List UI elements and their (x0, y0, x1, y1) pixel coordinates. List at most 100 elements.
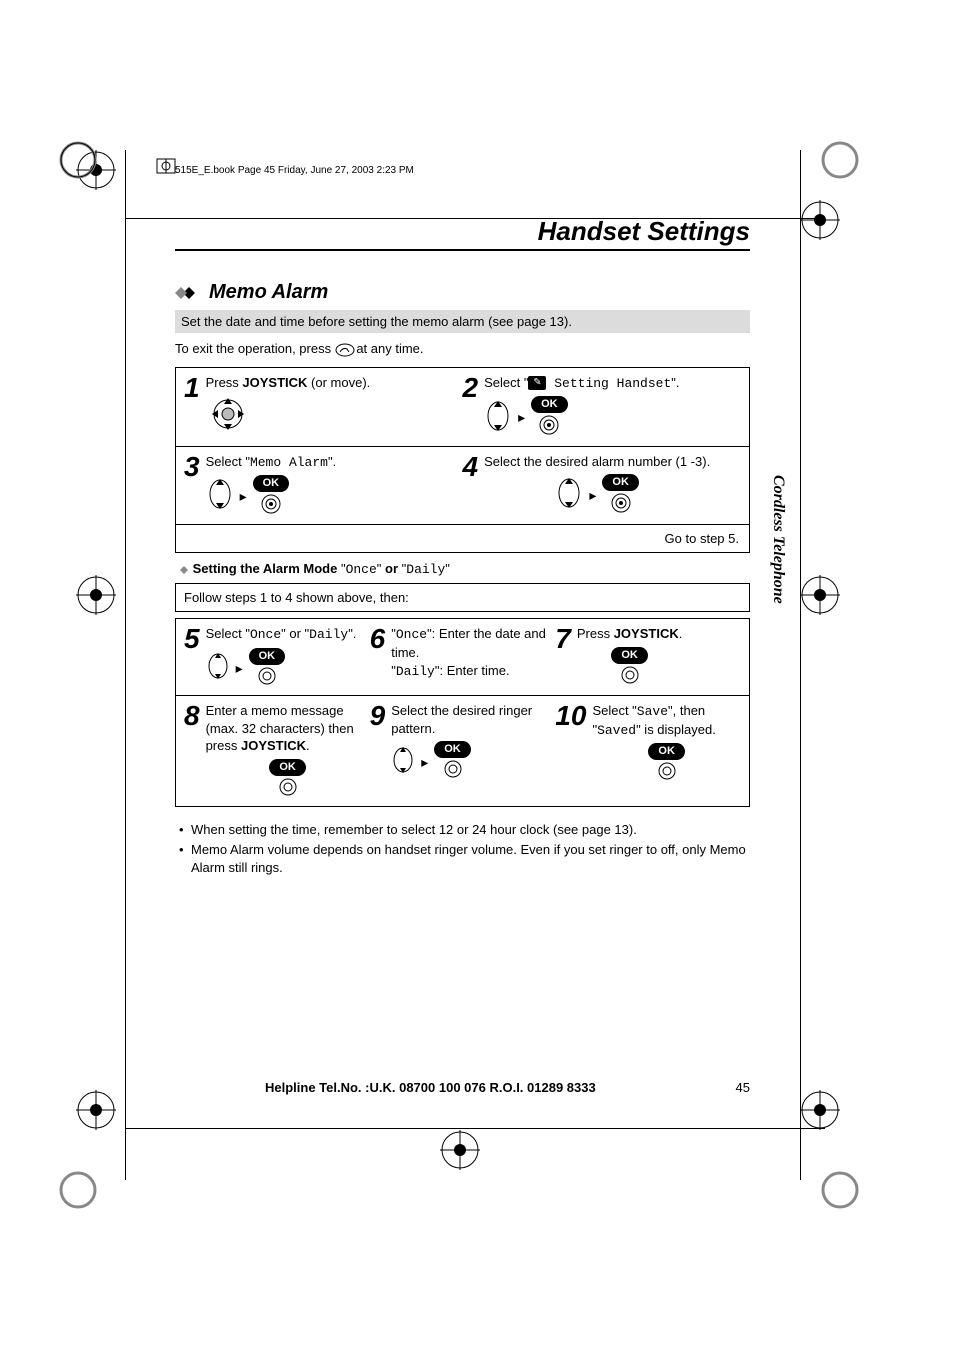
t: Press (577, 626, 614, 641)
step-2: 2 Select "✎ Setting Handset". ▸ OK (463, 374, 742, 440)
exit-pre: To exit the operation, press (175, 341, 335, 356)
reg-mark-mr (800, 575, 840, 615)
arrow-icon: ▸ (240, 487, 247, 506)
diamond-icon (175, 285, 203, 306)
t: . (735, 531, 739, 546)
t: . (306, 738, 310, 753)
joystick-updown-icon (206, 477, 234, 516)
header-line: 515E_E.book Page 45 Friday, June 27, 200… (175, 165, 750, 176)
step-number: 3 (184, 453, 200, 481)
step-9: 9 Select the desired ringer pattern. ▸ O… (370, 702, 556, 800)
joystick-updown-icon (555, 476, 583, 515)
t: Select " (592, 703, 636, 718)
bullet-icon: • (179, 841, 185, 876)
note-bar: Set the date and time before setting the… (175, 310, 750, 333)
joystick-icon (206, 395, 371, 438)
step-8: 8 Enter a memo message (max. 32 characte… (184, 702, 370, 800)
reg-mark-tr (800, 200, 840, 240)
sub-heading: Setting the Alarm Mode "Once" or "Daily" (175, 553, 750, 583)
button-press-icon (656, 762, 678, 785)
crop-line (800, 150, 801, 1180)
step-number: 8 (184, 702, 200, 730)
button-press-icon (619, 666, 641, 689)
t: Once (250, 627, 281, 642)
t: ". (328, 454, 336, 469)
step-number: 4 (463, 453, 479, 481)
t: (or move). (307, 375, 370, 390)
button-press-icon (258, 494, 284, 519)
arrow-icon: ▸ (236, 659, 243, 678)
hand-icon (335, 343, 353, 357)
t: Daily (396, 664, 435, 679)
t: ": Enter time. (435, 663, 510, 678)
t: Daily (406, 562, 445, 577)
t: Select " (206, 454, 250, 469)
t: Setting Handset (546, 376, 671, 391)
ok-badge: OK (269, 759, 306, 776)
side-tab: Cordless Telephone (769, 475, 787, 604)
corner-mark-br (820, 1170, 860, 1210)
t: Once (346, 562, 377, 577)
bullet-text: Memo Alarm volume depends on handset rin… (191, 841, 750, 876)
reg-mark-bc (440, 1130, 480, 1170)
bullet-list: • When setting the time, remember to sele… (179, 821, 750, 876)
exit-line: To exit the operation, press at any time… (175, 341, 750, 357)
step-number: 7 (555, 625, 571, 653)
small-diamond-icon (175, 561, 189, 576)
step-7: 7 Press JOYSTICK. OK (555, 625, 741, 689)
t: shown above, then: (292, 590, 408, 605)
t: Follow steps (184, 590, 260, 605)
bullet-icon: • (179, 821, 185, 839)
t: Select the desired ringer pattern. (391, 703, 532, 736)
t: Select the desired alarm number (1 -3). (484, 454, 710, 469)
t: Select " (484, 375, 528, 390)
steps-box-1: 1 Press JOYSTICK (or move). 2 Select "✎ … (175, 367, 750, 554)
crop-line (125, 150, 126, 1180)
ok-badge: OK (611, 647, 648, 664)
t: Press (206, 375, 243, 390)
step-6: 6 "Once": Enter the date and time. "Dail… (370, 625, 556, 689)
steps-box-2: 5 Select "Once" or "Daily". ▸ OK 6 (175, 618, 750, 807)
title-block: Handset Settings (175, 216, 750, 251)
t: " is displayed. (636, 722, 716, 737)
ok-badge: OK (253, 475, 290, 492)
t: " (445, 561, 450, 576)
step-number: 5 (184, 625, 200, 653)
ok-badge: OK (434, 741, 471, 758)
arrow-icon: ▸ (589, 486, 596, 505)
bullet-text: When setting the time, remember to selec… (191, 821, 637, 839)
page-number: 45 (736, 1080, 750, 1095)
ok-badge: OK (531, 396, 568, 413)
arrow-icon: ▸ (421, 753, 428, 772)
step-number: 2 (463, 374, 479, 402)
ok-badge: OK (648, 743, 685, 760)
button-press-icon (277, 778, 299, 801)
corner-mark-tr (820, 140, 860, 180)
helpline: Helpline Tel.No. :U.K. 08700 100 076 R.O… (265, 1080, 596, 1095)
section-title: Memo Alarm (209, 281, 328, 304)
footer: Helpline Tel.No. :U.K. 08700 100 076 R.O… (175, 1080, 750, 1095)
section-heading: Memo Alarm (175, 281, 750, 310)
t: Saved (597, 723, 636, 738)
t: ". (671, 375, 679, 390)
button-press-icon (608, 493, 634, 518)
t: ". (348, 626, 356, 641)
step-10: 10 Select "Save", then "Saved" is displa… (555, 702, 741, 800)
corner-mark-bl (58, 1170, 98, 1210)
page-title: Handset Settings (538, 216, 750, 246)
t: Setting the Alarm Mode (193, 561, 341, 576)
joystick-updown-icon (391, 745, 415, 780)
t: Go to step (665, 531, 729, 546)
button-press-icon (442, 760, 464, 783)
button-press-icon (536, 415, 562, 440)
crop-line (125, 1128, 825, 1129)
step-number: 1 (184, 374, 200, 402)
t: to (267, 590, 285, 605)
step-5: 5 Select "Once" or "Daily". ▸ OK (184, 625, 370, 689)
step-1: 1 Press JOYSTICK (or move). (184, 374, 463, 438)
t: " or " (281, 626, 309, 641)
joystick-updown-icon (484, 399, 512, 438)
t: . (679, 626, 683, 641)
t: JOYSTICK (614, 626, 679, 641)
arrow-icon: ▸ (518, 408, 525, 427)
